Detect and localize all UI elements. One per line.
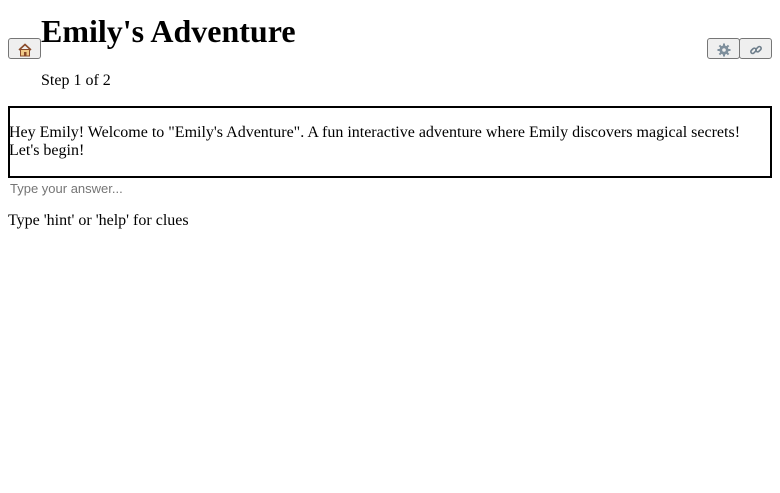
step-indicator: Step 1 of 2 [41, 72, 111, 89]
settings-button[interactable] [707, 38, 740, 59]
hint-text: Type 'hint' or 'help' for clues [8, 212, 189, 229]
home-button[interactable] [8, 38, 41, 59]
gear-icon [708, 43, 739, 57]
story-text-box: Hey Emily! Welcome to "Emily's Adventure… [8, 106, 772, 178]
answer-input[interactable] [8, 179, 308, 197]
share-link-button[interactable] [739, 38, 772, 59]
story-text: Hey Emily! Welcome to "Emily's Adventure… [9, 124, 741, 159]
page-title: Emily's Adventure [41, 13, 296, 49]
home-icon [9, 42, 40, 57]
link-icon [740, 43, 771, 57]
